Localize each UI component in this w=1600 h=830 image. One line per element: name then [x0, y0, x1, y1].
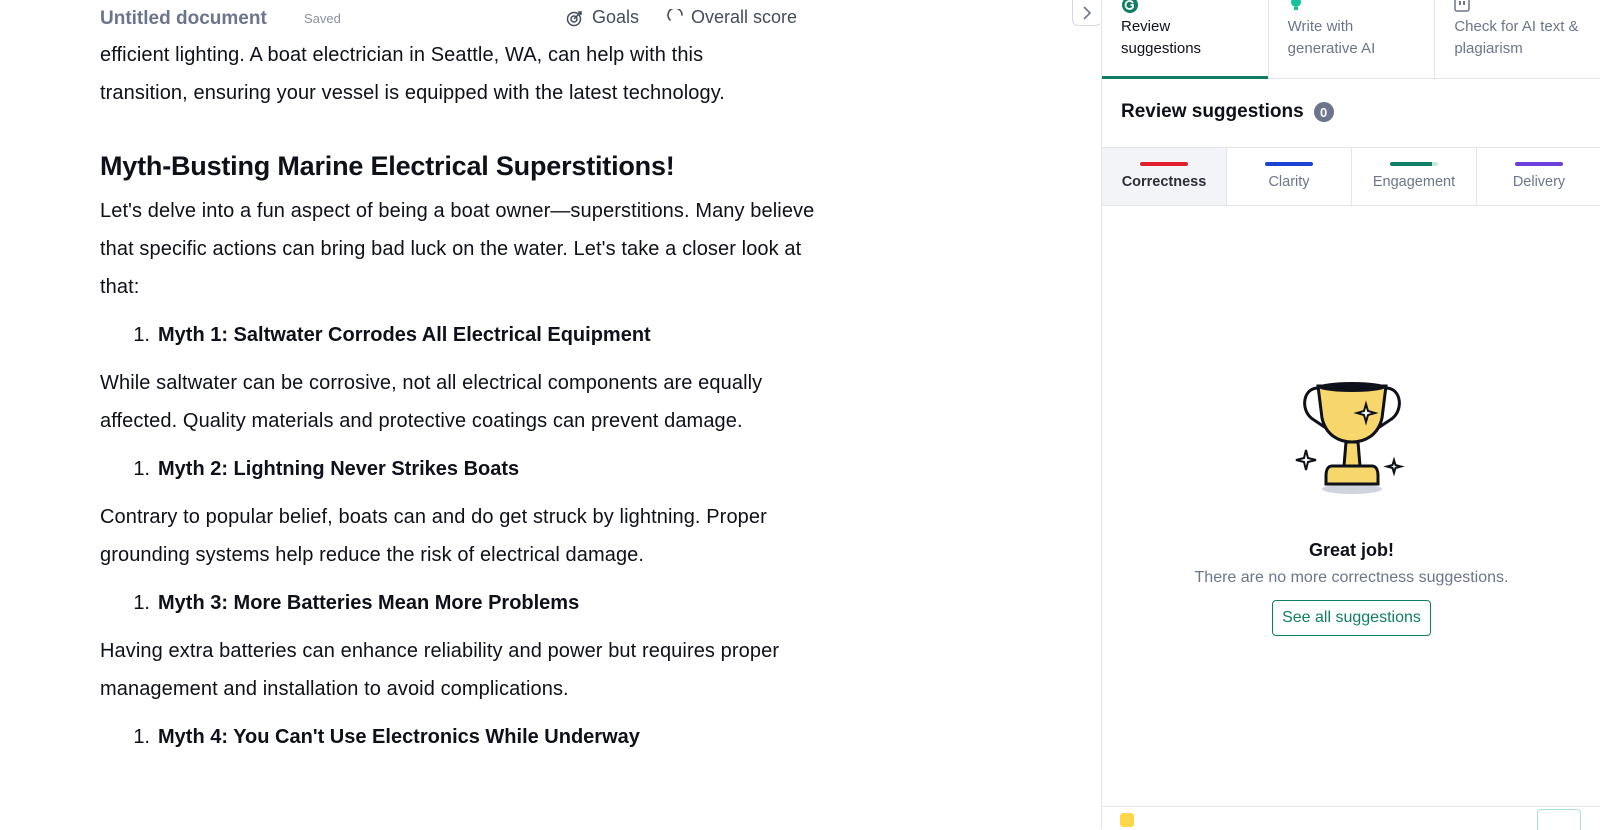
empty-state-message: There are no more correctness suggestion… [1194, 569, 1509, 586]
document-body[interactable]: efficient lighting. A boat electrician i… [100, 36, 820, 766]
tab-ai-plagiarism[interactable]: Check for AI text & plagiarism [1435, 0, 1600, 78]
tab-delivery[interactable]: Delivery [1477, 148, 1600, 205]
tab-label: Write with generative AI [1287, 18, 1376, 57]
clarity-bar [1265, 162, 1313, 166]
delivery-bar [1515, 162, 1563, 166]
empty-state: Great job! There are no more correctness… [1102, 380, 1600, 636]
suggestions-panel: Review suggestions Write with generative… [1101, 0, 1600, 830]
tab-correctness[interactable]: Correctness [1102, 148, 1227, 205]
tab-label: Review suggestions [1121, 18, 1202, 57]
list-item[interactable]: 1. Myth 3: More Batteries Mean More Prob… [100, 584, 820, 622]
tab-clarity[interactable]: Clarity [1227, 148, 1352, 205]
empty-state-title: Great job! [1308, 540, 1394, 560]
overall-score-button[interactable]: Overall score [667, 7, 797, 28]
tab-label: Check for AI text & plagiarism [1454, 18, 1579, 57]
trophy-icon [1295, 382, 1405, 494]
engagement-bar [1390, 162, 1438, 166]
paragraph[interactable]: While saltwater can be corrosive, not al… [100, 364, 820, 440]
myth-title: Myth 4: You Can't Use Electronics While … [158, 726, 640, 748]
category-label: Correctness [1121, 174, 1207, 190]
list-item[interactable]: 1. Myth 1: Saltwater Corrodes All Electr… [100, 316, 820, 354]
document-title[interactable]: Untitled document [100, 8, 267, 30]
category-label: Clarity [1268, 174, 1310, 190]
tab-generative-ai[interactable]: Write with generative AI [1269, 0, 1436, 78]
category-label: Engagement [1372, 174, 1456, 190]
paragraph[interactable]: Having extra batteries can enhance relia… [100, 632, 820, 708]
see-all-suggestions-button[interactable]: See all suggestions [1272, 600, 1431, 636]
intro-line-2: transition, ensuring your vessel is equi… [100, 82, 725, 104]
tab-review-suggestions[interactable]: Review suggestions [1102, 0, 1269, 79]
paragraph[interactable]: Contrary to popular belief, boats can an… [100, 498, 820, 574]
paragraph[interactable]: Let's delve into a fun aspect of being a… [100, 192, 820, 306]
paragraph[interactable]: efficient lighting. A boat electrician i… [100, 36, 820, 112]
score-spinner-icon [667, 8, 683, 21]
footer-icon [1120, 813, 1134, 827]
myth-title: Myth 2: Lightning Never Strikes Boats [158, 458, 520, 480]
editor-area: efficient lighting. A boat electrician i… [0, 0, 1100, 829]
tab-engagement[interactable]: Engagement [1352, 148, 1477, 205]
panel-footer [1102, 806, 1600, 830]
list-item[interactable]: 1. Myth 2: Lightning Never Strikes Boats [100, 450, 820, 488]
chevron-right-icon [1083, 5, 1092, 20]
category-tabs: Correctness Clarity Engagement Delivery [1102, 147, 1600, 206]
overall-score-label: Overall score [691, 7, 798, 27]
saved-status: Saved [304, 11, 341, 26]
section-heading[interactable]: Myth-Busting Marine Electrical Superstit… [100, 148, 820, 184]
collapse-panel-button[interactable] [1072, 0, 1100, 26]
list-item[interactable]: 1. Myth 4: You Can't Use Electronics Whi… [100, 718, 820, 756]
panel-title-text: Review suggestions [1121, 101, 1304, 122]
suggestion-count-badge: 0 [1313, 102, 1334, 122]
goals-button[interactable]: Goals [566, 7, 639, 28]
category-label: Delivery [1512, 174, 1566, 190]
list-number: 1. [133, 458, 150, 480]
panel-tabs: Review suggestions Write with generative… [1102, 0, 1600, 79]
lightbulb-icon [1290, 0, 1301, 10]
document-header: Untitled document Saved Goals Overall sc… [0, 0, 1076, 38]
goals-label: Goals [592, 7, 640, 27]
list-number: 1. [133, 324, 150, 346]
grammarly-g-icon [1122, 0, 1138, 13]
list-number: 1. [133, 726, 150, 748]
myth-title: Myth 1: Saltwater Corrodes All Electrica… [158, 324, 651, 346]
quote-icon [1454, 0, 1471, 12]
intro-line-1: efficient lighting. A boat electrician i… [100, 44, 704, 66]
list-number: 1. [133, 592, 150, 614]
correctness-bar [1140, 162, 1188, 166]
panel-title: Review suggestions 0 [1121, 101, 1334, 123]
footer-button[interactable] [1537, 809, 1581, 830]
target-icon [566, 10, 582, 26]
myth-title: Myth 3: More Batteries Mean More Problem… [158, 592, 580, 614]
